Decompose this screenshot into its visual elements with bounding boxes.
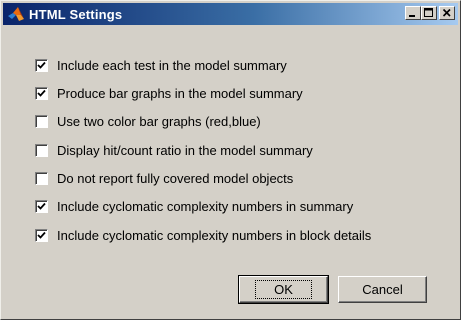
checkmark-icon xyxy=(37,231,46,239)
two-color-bar-graphs-label: Use two color bar graphs (red,blue) xyxy=(57,114,261,130)
checkmark-icon xyxy=(37,203,46,211)
window-controls xyxy=(405,6,455,20)
include-each-test-checkbox[interactable] xyxy=(35,58,48,72)
minimize-icon xyxy=(409,15,415,17)
produce-bar-graphs-label: Produce bar graphs in the model summary xyxy=(57,85,303,101)
cyclomatic-summary-checkbox[interactable] xyxy=(35,200,48,214)
cyclomatic-block-details-label: Include cyclomatic complexity numbers in… xyxy=(57,227,372,243)
option-include-each-test[interactable]: Include each test in the model summary xyxy=(35,57,371,73)
checkmark-icon xyxy=(37,61,46,69)
close-button[interactable] xyxy=(439,6,455,20)
window-title: HTML Settings xyxy=(29,6,123,22)
html-settings-dialog: HTML Settings Include each test in the m… xyxy=(0,0,461,320)
include-each-test-label: Include each test in the model summary xyxy=(57,57,287,73)
option-hit-count-ratio[interactable]: Display hit/count ratio in the model sum… xyxy=(35,142,371,158)
option-two-color-bar-graphs[interactable]: Use two color bar graphs (red,blue) xyxy=(35,114,371,130)
hit-count-ratio-checkbox[interactable] xyxy=(35,143,48,157)
option-cyclomatic-block-details[interactable]: Include cyclomatic complexity numbers in… xyxy=(35,227,372,243)
ok-button[interactable]: OK xyxy=(238,275,329,304)
two-color-bar-graphs-checkbox[interactable] xyxy=(35,115,48,129)
matlab-logo-icon xyxy=(7,5,25,23)
cancel-button-label: Cancel xyxy=(362,282,403,297)
cyclomatic-block-details-checkbox[interactable] xyxy=(35,228,48,242)
title-bar[interactable]: HTML Settings xyxy=(3,3,458,25)
no-fully-covered-checkbox[interactable] xyxy=(35,172,48,186)
cyclomatic-summary-label: Include cyclomatic complexity numbers in… xyxy=(57,199,354,215)
no-fully-covered-label: Do not report fully covered model object… xyxy=(57,171,294,187)
option-produce-bar-graphs[interactable]: Produce bar graphs in the model summary xyxy=(35,85,371,101)
maximize-button[interactable] xyxy=(421,6,437,20)
ok-button-label: OK xyxy=(255,280,312,299)
hit-count-ratio-label: Display hit/count ratio in the model sum… xyxy=(57,142,313,158)
produce-bar-graphs-checkbox[interactable] xyxy=(35,86,48,100)
checkmark-icon xyxy=(37,89,46,97)
maximize-icon xyxy=(424,8,433,17)
minimize-button[interactable] xyxy=(405,6,421,20)
options-list: Include each test in the model summary P… xyxy=(35,58,371,257)
option-no-fully-covered[interactable]: Do not report fully covered model object… xyxy=(35,171,371,187)
close-icon xyxy=(442,8,451,17)
cancel-button[interactable]: Cancel xyxy=(338,276,427,303)
option-cyclomatic-summary[interactable]: Include cyclomatic complexity numbers in… xyxy=(35,199,371,215)
